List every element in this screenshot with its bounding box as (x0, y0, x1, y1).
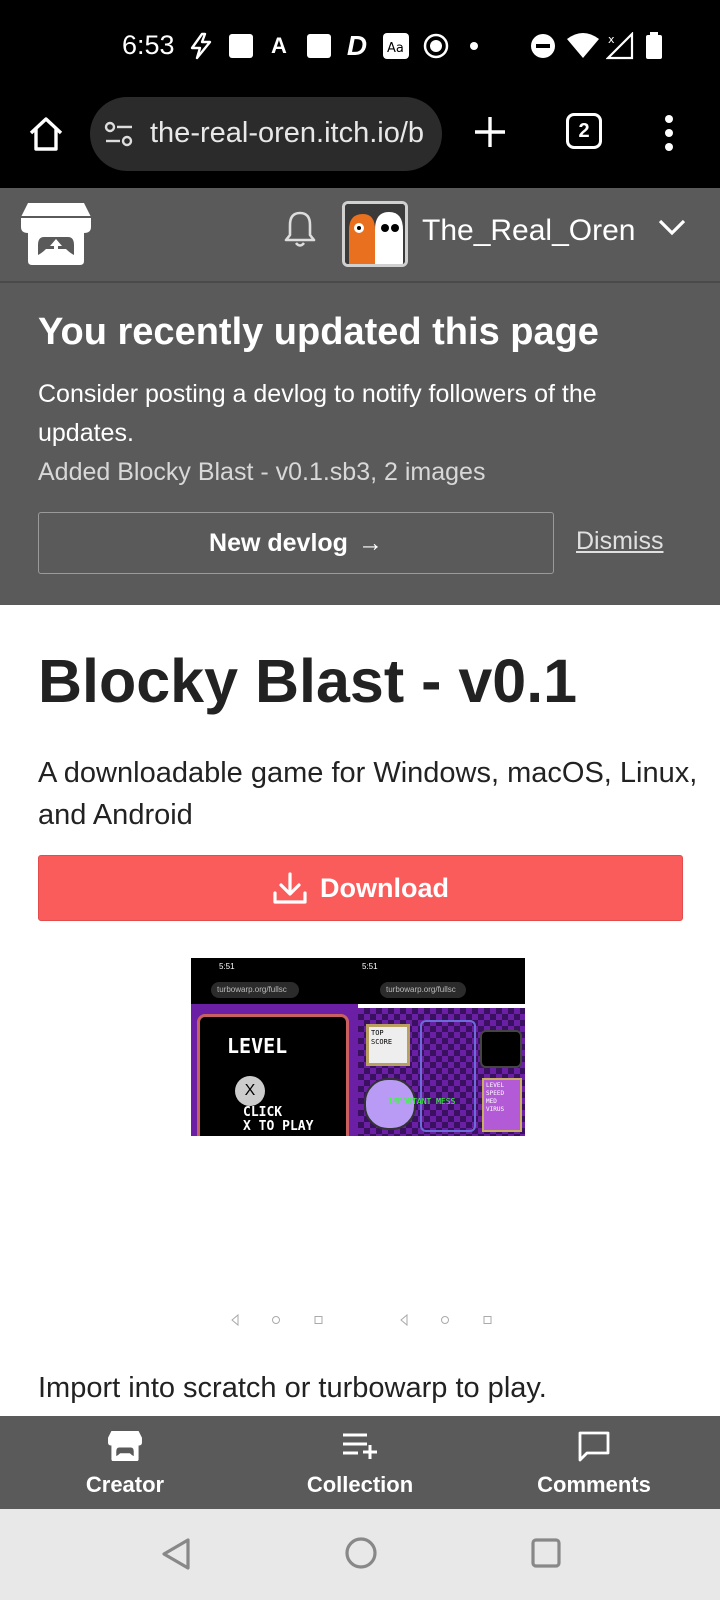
update-notice: You recently updated this page Consider … (0, 283, 720, 605)
top-score-line-2: SCORE (371, 1038, 393, 1046)
creator-label: Creator (85, 1472, 165, 1497)
level-text: LEVEL (227, 1034, 288, 1058)
back-icon[interactable] (160, 1537, 192, 1576)
notice-subtext: Added Blocky Blast - v0.1.sb3, 2 images (38, 458, 486, 486)
notice-body: Consider posting a devlog to notify foll… (38, 380, 597, 447)
stats-med: MED (486, 1098, 497, 1105)
translate-icon: Aa (382, 32, 410, 60)
click-line: CLICK (243, 1105, 283, 1120)
system-nav-bar (0, 1509, 720, 1600)
play-line: X TO PLAY (243, 1119, 314, 1134)
bell-icon[interactable] (282, 209, 318, 254)
top-score-box: TOP SCORE (366, 1024, 410, 1066)
url-text: the-real-oren.itch.io/b (150, 117, 425, 149)
preview-box (480, 1030, 522, 1068)
stats-speed: SPEED (486, 1090, 505, 1097)
home-circle-icon[interactable] (344, 1536, 378, 1575)
dnd-icon (530, 32, 556, 60)
screenshot-time: 5:51 (362, 962, 378, 971)
dismiss-link[interactable]: Dismiss (576, 527, 664, 556)
svg-text:x: x (608, 33, 615, 46)
screenshot-phone-bar: 5:51 turbowarp.org/fullsc (358, 958, 525, 1004)
creator-tab[interactable]: Creator (5, 1416, 245, 1509)
download-button[interactable]: Download (38, 855, 683, 921)
record-icon (422, 32, 450, 60)
no-signal-icon: x (606, 32, 636, 60)
stats-level: LEVEL (486, 1082, 505, 1089)
comments-tab[interactable]: Comments (474, 1416, 714, 1509)
new-tab-icon[interactable] (472, 114, 508, 155)
top-score-line-1: TOP (371, 1029, 384, 1037)
battery-icon (644, 32, 664, 60)
creator-icon (108, 1430, 142, 1462)
game-description: Import into scratch or turbowarp to play… (38, 1372, 547, 1404)
x-button-graphic: X (235, 1076, 265, 1106)
avatar[interactable] (342, 201, 408, 267)
screenshot-thumbnail-1[interactable]: 5:51 turbowarp.org/fullsc LEVEL X CLICK … (191, 958, 358, 1136)
wifi-icon (566, 32, 600, 60)
screenshot-url: turbowarp.org/fullsc (380, 982, 466, 998)
tab-count: 2 (578, 119, 590, 142)
add-to-collection-icon (343, 1433, 377, 1459)
screenshot-nav-glyphs-1 (229, 1313, 329, 1330)
comments-label: Comments (537, 1472, 651, 1497)
tab-switcher-button[interactable]: 2 (566, 113, 602, 149)
collection-label: Collection (306, 1472, 414, 1497)
square-icon (306, 32, 332, 60)
square-icon (228, 32, 254, 60)
download-icon (273, 872, 307, 904)
site-settings-icon[interactable] (104, 119, 136, 154)
message-text: IMPORTANT MESS (388, 1097, 456, 1106)
address-bar[interactable]: the-real-oren.itch.io/b (90, 97, 442, 171)
itch-header: The_Real_Oren (0, 188, 720, 283)
more-menu-icon[interactable] (664, 114, 674, 157)
collection-tab[interactable]: Collection (240, 1416, 480, 1509)
browser-toolbar: the-real-oren.itch.io/b 2 (0, 96, 720, 188)
screenshot-nav-glyphs-2 (398, 1313, 498, 1330)
d-icon: D (346, 30, 368, 61)
new-devlog-label: New devlog (209, 528, 348, 557)
username[interactable]: The_Real_Oren (422, 214, 635, 248)
stats-virus: VIRUS (486, 1106, 505, 1113)
screenshot-url: turbowarp.org/fullsc (211, 982, 299, 998)
bolt-icon (188, 32, 214, 60)
dot-icon (464, 32, 484, 60)
chevron-down-icon[interactable] (658, 218, 686, 241)
game-title: Blocky Blast - v0.1 (38, 647, 578, 715)
bottle-outline (420, 1020, 476, 1132)
stats-box: LEVEL SPEED MED VIRUS (482, 1078, 522, 1132)
a-icon: A (271, 33, 287, 58)
bottom-nav: Creator Collection Comments (0, 1416, 720, 1509)
arrow-right-icon: → (357, 528, 383, 557)
notice-title: You recently updated this page (38, 311, 599, 353)
comment-icon (578, 1431, 610, 1462)
status-time: 6:53 (122, 30, 175, 60)
new-devlog-button[interactable]: New devlog → (38, 512, 554, 574)
download-label: Download (320, 872, 449, 903)
svg-text:Aa: Aa (387, 41, 404, 56)
recents-icon[interactable] (530, 1537, 562, 1574)
screenshot-phone-bar: 5:51 turbowarp.org/fullsc (191, 958, 358, 1004)
itch-logo-icon[interactable] (20, 201, 92, 272)
screenshot-time: 5:51 (219, 962, 235, 971)
click-text: CLICK X TO PLAY (243, 1106, 313, 1134)
home-icon[interactable] (26, 114, 66, 159)
screenshot-thumbnail-2[interactable]: 5:51 turbowarp.org/fullsc TOP SCORE IMPO… (358, 958, 525, 1136)
status-bar: 6:53 A D Aa x (0, 0, 720, 96)
game-subtitle: A downloadable game for Windows, macOS, … (38, 757, 698, 831)
